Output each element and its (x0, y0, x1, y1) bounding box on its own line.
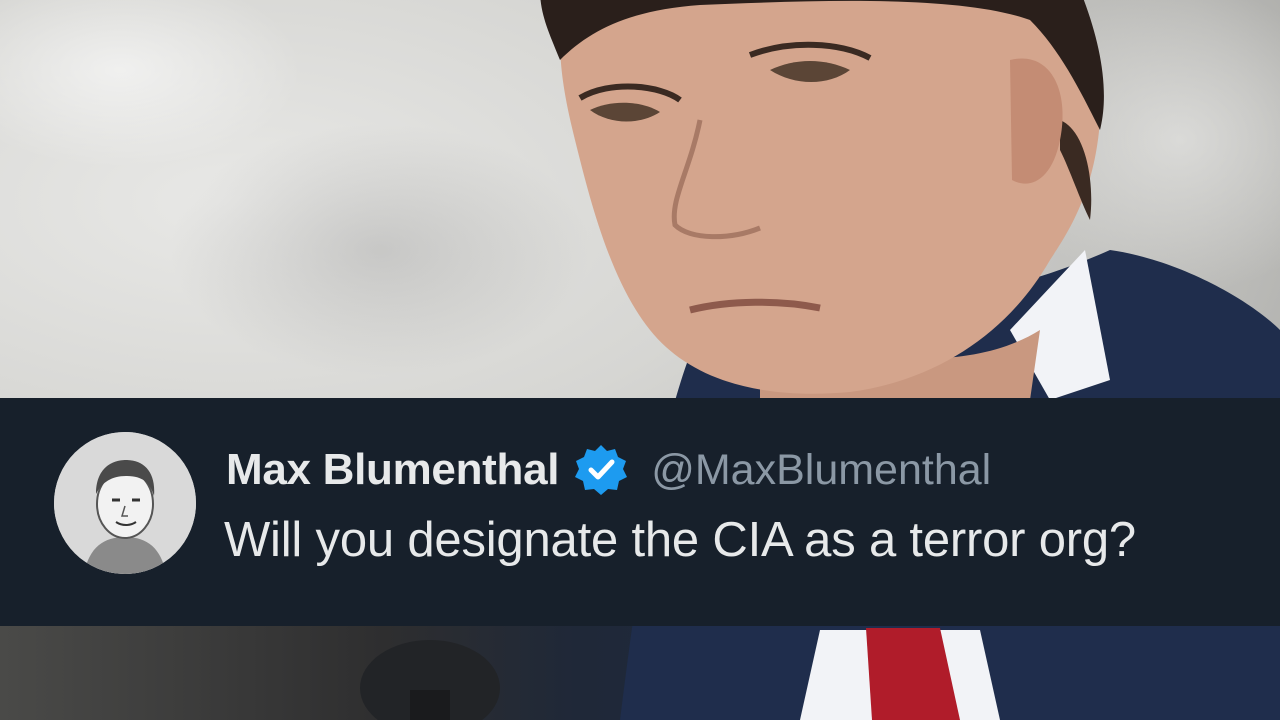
profile-avatar (54, 432, 196, 574)
author-display-name[interactable]: Max Blumenthal (226, 445, 560, 495)
verified-badge-icon (573, 442, 629, 498)
author-handle[interactable]: @MaxBlumenthal (651, 446, 991, 495)
tweet-text: Will you designate the CIA as a terror o… (224, 513, 1136, 567)
tweet-author-row: Max Blumenthal @MaxBlumenthal (226, 440, 991, 500)
thumbnail-canvas: Max Blumenthal @MaxBlumenthal Will you d… (0, 0, 1280, 720)
